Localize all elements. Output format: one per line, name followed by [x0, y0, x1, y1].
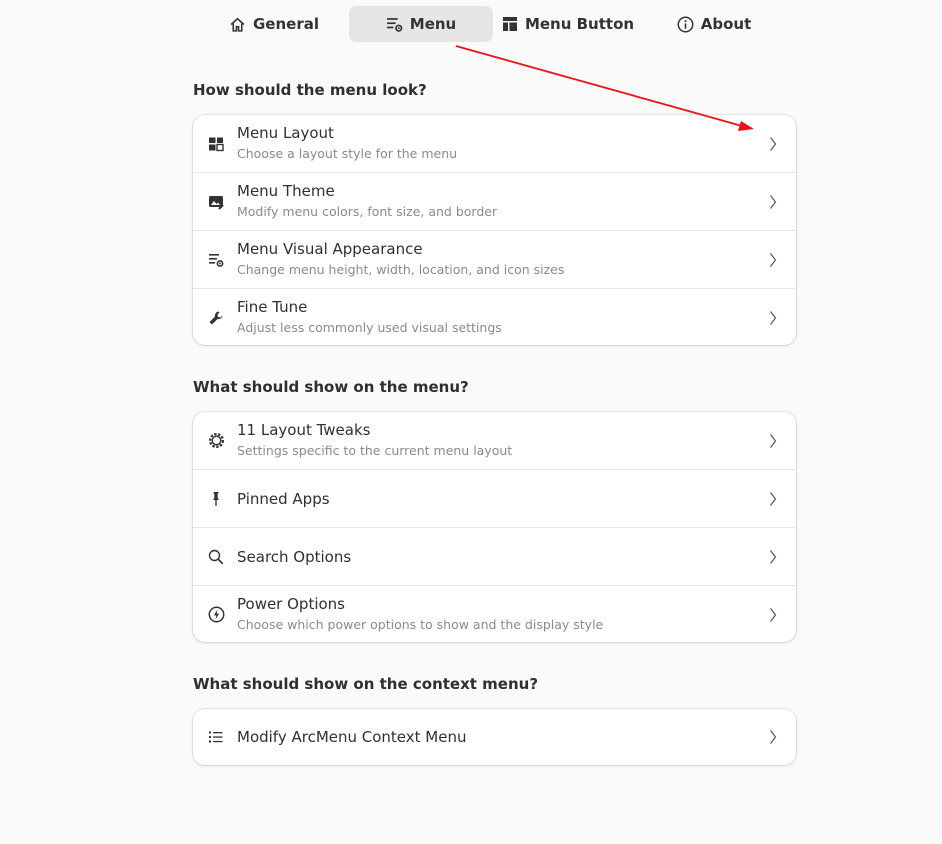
- menu-layout-row[interactable]: Menu Layout Choose a layout style for th…: [193, 115, 796, 173]
- layout-tweaks-subtitle: Settings specific to the current menu la…: [237, 443, 513, 458]
- tab-general-label: General: [253, 15, 319, 33]
- menu-visual-appearance-subtitle: Change menu height, width, location, and…: [237, 262, 565, 277]
- power-options-row[interactable]: Power Options Choose which power options…: [193, 586, 796, 642]
- wrench-icon: [207, 309, 225, 327]
- tab-menu-button-label: Menu Button: [524, 15, 635, 33]
- chevron-right-icon: [770, 194, 777, 209]
- menu-look-card: Menu Layout Choose a layout style for th…: [193, 115, 796, 345]
- layout-tweaks-row[interactable]: 11 Layout Tweaks Settings specific to th…: [193, 412, 796, 470]
- tab-menu-label: Menu: [409, 15, 457, 33]
- list-icon: [207, 728, 225, 746]
- modify-context-menu-row[interactable]: Modify ArcMenu Context Menu: [193, 709, 796, 765]
- info-icon: [677, 16, 694, 33]
- menu-layout-title: Menu Layout: [237, 124, 334, 142]
- fine-tune-subtitle: Adjust less commonly used visual setting…: [237, 320, 502, 335]
- menu-visual-appearance-row[interactable]: Menu Visual Appearance Change menu heigh…: [193, 231, 796, 289]
- menu-theme-row[interactable]: Menu Theme Modify menu colors, font size…: [193, 173, 796, 231]
- fine-tune-row[interactable]: Fine Tune Adjust less commonly used visu…: [193, 289, 796, 345]
- chevron-right-icon: [770, 491, 777, 506]
- chevron-right-icon: [770, 607, 777, 622]
- menu-visual-appearance-title: Menu Visual Appearance: [237, 240, 423, 258]
- gear-icon: [207, 432, 225, 450]
- menu-layout-subtitle: Choose a layout style for the menu: [237, 146, 458, 161]
- menu-content-card: 11 Layout Tweaks Settings specific to th…: [193, 412, 796, 642]
- context-menu-card: Modify ArcMenu Context Menu: [193, 709, 796, 765]
- chevron-right-icon: [770, 730, 777, 744]
- search-icon: [207, 548, 225, 566]
- fine-tune-title: Fine Tune: [237, 298, 308, 316]
- tab-general[interactable]: General: [224, 6, 324, 42]
- menu-settings-icon: [386, 16, 403, 33]
- chevron-right-icon: [770, 252, 777, 267]
- chevron-right-icon: [770, 310, 777, 325]
- tab-about[interactable]: About: [671, 6, 757, 42]
- tab-menu-button[interactable]: Menu Button: [498, 6, 638, 42]
- theme-icon: [207, 193, 225, 211]
- chevron-right-icon: [770, 433, 777, 448]
- section-title-context: What should show on the context menu?: [193, 675, 539, 693]
- power-options-title: Power Options: [237, 595, 345, 613]
- menu-button-icon: [502, 16, 518, 32]
- tab-menu[interactable]: Menu: [349, 6, 493, 42]
- pin-icon: [207, 490, 225, 508]
- search-options-row[interactable]: Search Options: [193, 528, 796, 586]
- section-title-look: How should the menu look?: [193, 81, 427, 99]
- layout-icon: [207, 135, 225, 153]
- menu-theme-title: Menu Theme: [237, 182, 335, 200]
- section-title-show: What should show on the menu?: [193, 378, 469, 396]
- pinned-apps-title: Pinned Apps: [237, 489, 330, 508]
- pinned-apps-row[interactable]: Pinned Apps: [193, 470, 796, 528]
- tab-about-label: About: [700, 15, 752, 33]
- chevron-right-icon: [770, 136, 777, 151]
- search-options-title: Search Options: [237, 547, 352, 566]
- layout-tweaks-title: 11 Layout Tweaks: [237, 421, 371, 439]
- menu-theme-subtitle: Modify menu colors, font size, and borde…: [237, 204, 498, 219]
- modify-context-menu-title: Modify ArcMenu Context Menu: [237, 728, 467, 746]
- chevron-right-icon: [770, 549, 777, 564]
- power-icon: [207, 606, 225, 624]
- power-options-subtitle: Choose which power options to show and t…: [237, 617, 604, 632]
- home-icon: [229, 16, 246, 33]
- appearance-icon: [207, 251, 225, 269]
- tab-bar: General Menu Menu Button About: [0, 6, 942, 42]
